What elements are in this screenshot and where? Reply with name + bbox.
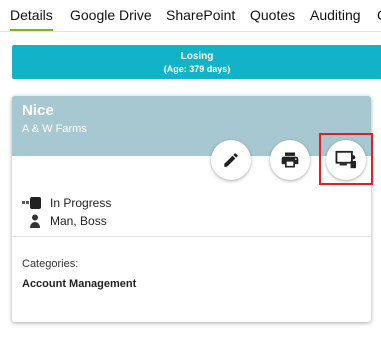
categories-label: Categories: (22, 258, 79, 270)
tab-google-drive[interactable]: Google Drive (70, 0, 152, 31)
printer-icon (281, 152, 299, 168)
status-badge: Losing (Age: 379 days) (12, 45, 381, 79)
tab-details[interactable]: Details (10, 0, 53, 31)
highlight-box (319, 133, 373, 185)
tab-quotes[interactable]: Quotes (250, 0, 295, 31)
person-icon (30, 214, 40, 228)
opportunity-card: Nice A & W Farms In Progress Man, Boss C… (12, 96, 373, 322)
pencil-icon (224, 153, 238, 167)
stage-icon (22, 197, 41, 209)
stage-text: In Progress (50, 196, 112, 210)
tab-auditing[interactable]: Auditing (310, 0, 361, 31)
card-header: Nice A & W Farms (12, 96, 371, 156)
card-title: Nice (22, 102, 54, 119)
card-divider (12, 236, 371, 237)
category-value: Account Management (22, 278, 137, 290)
edit-button[interactable] (211, 140, 251, 180)
status-age: (Age: 379 days) (163, 64, 231, 74)
tab-sharepoint[interactable]: SharePoint (166, 0, 235, 31)
owner-text: Man, Boss (50, 214, 107, 228)
tab-bar: Details Google Drive SharePoint Quotes A… (0, 0, 381, 32)
card-subtitle: A & W Farms (22, 123, 87, 135)
status-label: Losing (180, 51, 214, 62)
tab-overflow[interactable]: C (377, 0, 381, 31)
print-button[interactable] (270, 140, 310, 180)
